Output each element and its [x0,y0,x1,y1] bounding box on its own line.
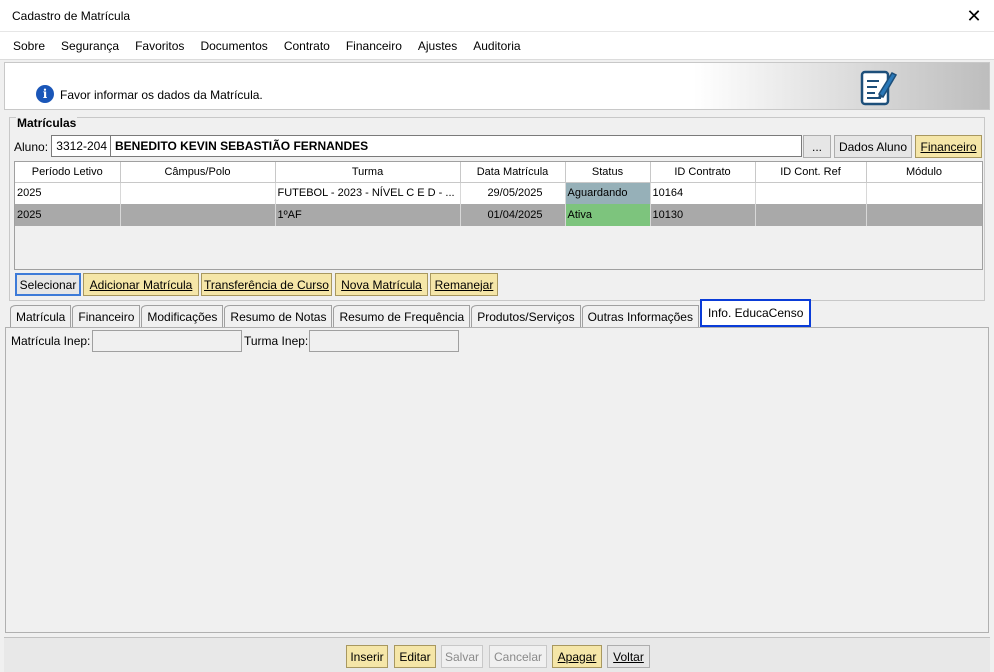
nova-matricula-label: Nova Matrícula [341,277,422,292]
menu-favoritos[interactable]: Favoritos [127,39,192,53]
title-bar: Cadastro de Matrícula ✕ [0,0,994,32]
salvar-button[interactable]: Salvar [441,645,483,668]
matriculas-table: Período Letivo Câmpus/Polo Turma Data Ma… [14,161,983,270]
info-icon: i [36,85,54,103]
menu-auditoria[interactable]: Auditoria [465,39,528,53]
turma-inep-label: Turma Inep: [244,334,309,348]
col-id-cont-ref[interactable]: ID Cont. Ref [755,162,867,183]
close-icon[interactable]: ✕ [962,4,986,28]
menu-financeiro[interactable]: Financeiro [338,39,410,53]
cell-campus [120,204,276,226]
matriculas-legend: Matrículas [16,116,78,130]
cell-turma: FUTEBOL - 2023 - NÍVEL C E D - ... [275,182,461,204]
cell-id-ref [755,182,867,204]
table-header: Período Letivo Câmpus/Polo Turma Data Ma… [15,162,982,183]
matricula-inep-field[interactable] [92,330,242,352]
editar-button[interactable]: Editar [394,645,436,668]
selecionar-button[interactable]: Selecionar [15,273,81,296]
col-periodo-letivo[interactable]: Período Letivo [15,162,121,183]
remanejar-button[interactable]: Remanejar [430,273,498,296]
col-turma[interactable]: Turma [275,162,461,183]
tab-resumo-frequencia[interactable]: Resumo de Frequência [333,305,471,327]
cell-id-ref [755,204,867,226]
tab-strip: Matrícula Financeiro Modificações Resumo… [10,299,812,327]
transferencia-curso-label: Transferência de Curso [204,277,329,292]
financeiro-button[interactable]: Financeiro [915,135,982,158]
aluno-code-field[interactable]: 3312-204 [51,135,111,157]
educacenso-panel [5,327,989,633]
adicionar-matricula-label: Adicionar Matrícula [89,277,193,292]
tab-modificacoes[interactable]: Modificações [141,305,224,327]
matricula-inep-label: Matrícula Inep: [11,334,91,348]
tab-financeiro[interactable]: Financeiro [72,305,141,327]
col-modulo[interactable]: Módulo [866,162,982,183]
col-id-contrato[interactable]: ID Contrato [650,162,756,183]
aluno-name-field[interactable]: BENEDITO KEVIN SEBASTIÃO FERNANDES [110,135,802,157]
apagar-label: Apagar [557,649,597,664]
cell-id-contrato: 10164 [650,182,756,204]
menu-ajustes[interactable]: Ajustes [410,39,465,53]
apagar-button[interactable]: Apagar [552,645,602,668]
transferencia-curso-button[interactable]: Transferência de Curso [201,273,332,296]
menu-contrato[interactable]: Contrato [276,39,338,53]
voltar-button[interactable]: Voltar [607,645,650,668]
remanejar-label: Remanejar [434,277,494,292]
cell-status: Aguardando [565,182,651,204]
menu-documentos[interactable]: Documentos [192,39,275,53]
window-title: Cadastro de Matrícula [12,9,131,23]
col-data-matricula[interactable]: Data Matrícula [460,162,566,183]
nova-matricula-button[interactable]: Nova Matrícula [335,273,428,296]
cell-status: Ativa [565,204,651,226]
document-edit-icon [860,70,897,106]
menu-sobre[interactable]: Sobre [5,39,53,53]
cell-campus [120,182,276,204]
tab-matricula[interactable]: Matrícula [10,305,72,327]
cell-modulo [866,204,982,226]
cell-periodo: 2025 [15,182,121,204]
cell-data: 29/05/2025 [460,182,566,204]
adicionar-matricula-button[interactable]: Adicionar Matrícula [83,273,199,296]
tab-produtos-servicos[interactable]: Produtos/Serviços [471,305,581,327]
info-banner: i Favor informar os dados da Matrícula. [4,62,990,110]
financeiro-button-label: Financeiro [920,139,977,154]
tab-outras-informacoes[interactable]: Outras Informações [581,305,699,327]
voltar-label: Voltar [613,649,644,664]
turma-inep-field[interactable] [309,330,459,352]
tab-info-educacenso[interactable]: Info. EducaCenso [699,299,812,327]
cell-id-contrato: 10130 [650,204,756,226]
col-campus-polo[interactable]: Câmpus/Polo [120,162,276,183]
search-aluno-button[interactable]: ... [803,135,831,158]
table-row[interactable]: 2025 FUTEBOL - 2023 - NÍVEL C E D - ... … [15,182,982,204]
inserir-button[interactable]: Inserir [346,645,388,668]
cell-modulo [866,182,982,204]
menu-seguranca[interactable]: Segurança [53,39,127,53]
menu-bar: Sobre Segurança Favoritos Documentos Con… [0,32,994,60]
cell-periodo: 2025 [15,204,121,226]
info-message: Favor informar os dados da Matrícula. [60,88,263,102]
tab-resumo-notas[interactable]: Resumo de Notas [224,305,333,327]
dados-aluno-button[interactable]: Dados Aluno [834,135,912,158]
col-status[interactable]: Status [565,162,651,183]
aluno-label: Aluno: [14,140,49,154]
cell-turma: 1ºAF [275,204,461,226]
cancelar-button[interactable]: Cancelar [489,645,547,668]
table-row[interactable]: 2025 1ºAF 01/04/2025 Ativa 10130 [15,204,982,226]
cell-data: 01/04/2025 [460,204,566,226]
